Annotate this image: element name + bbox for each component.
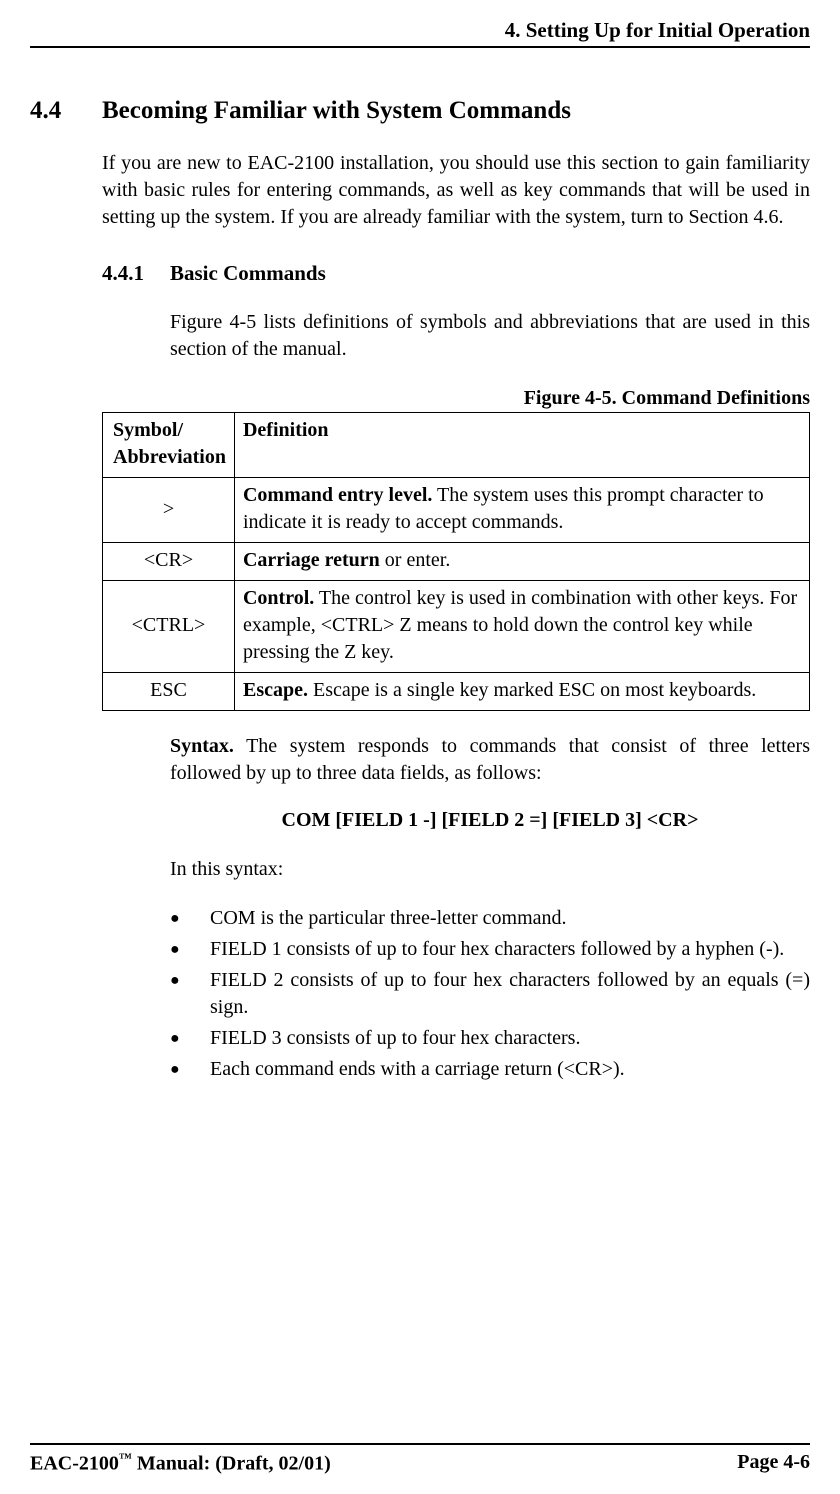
bullet-icon: ● (170, 905, 210, 932)
syntax-format: COM [FIELD 1 -] [FIELD 2 =] [FIELD 3] <C… (30, 807, 810, 834)
table-header-symbol: Symbol/ Abbreviation (103, 413, 235, 478)
table-row: ESC Escape. Escape is a single key marke… (103, 673, 810, 711)
list-item: ●FIELD 2 consists of up to four hex char… (170, 967, 810, 1021)
subsection-heading: 4.4.1 Basic Commands (102, 259, 810, 287)
footer-left: EAC-2100™ Manual: (Draft, 02/01) (30, 1449, 331, 1478)
symbol-cell: <CR> (103, 543, 235, 581)
subsection-number: 4.4.1 (102, 259, 170, 287)
table-row: <CR> Carriage return or enter. (103, 543, 810, 581)
command-definitions-table: Symbol/ Abbreviation Definition > Comman… (102, 412, 810, 711)
list-item: ●Each command ends with a carriage retur… (170, 1056, 810, 1083)
trademark-icon: ™ (119, 1450, 132, 1465)
list-item: ●FIELD 3 consists of up to four hex char… (170, 1025, 810, 1052)
table-row: <CTRL> Control. The control key is used … (103, 581, 810, 673)
bullet-icon: ● (170, 1056, 210, 1083)
definition-cell: Escape. Escape is a single key marked ES… (234, 673, 809, 711)
footer-right: Page 4-6 (737, 1449, 810, 1478)
symbol-cell: ESC (103, 673, 235, 711)
definition-cell: Command entry level. The system uses thi… (234, 478, 809, 543)
subsection-title: Basic Commands (170, 259, 326, 287)
list-item: ●FIELD 1 consists of up to four hex char… (170, 936, 810, 963)
table-header-definition: Definition (234, 413, 809, 478)
definition-cell: Control. The control key is used in comb… (234, 581, 809, 673)
syntax-bullet-list: ●COM is the particular three-letter comm… (170, 905, 810, 1083)
section-heading: 4.4 Becoming Familiar with System Comman… (30, 94, 810, 128)
section-number: 4.4 (30, 94, 102, 128)
table-header-row: Symbol/ Abbreviation Definition (103, 413, 810, 478)
syntax-paragraph: Syntax. The system responds to commands … (170, 733, 810, 787)
figure-caption: Figure 4-5. Command Definitions (102, 385, 810, 412)
list-item: ●COM is the particular three-letter comm… (170, 905, 810, 932)
in-this-syntax: In this syntax: (170, 856, 810, 883)
chapter-title: 4. Setting Up for Initial Operation (505, 18, 810, 42)
bullet-icon: ● (170, 936, 210, 963)
section-intro: If you are new to EAC-2100 installation,… (102, 150, 810, 231)
bullet-icon: ● (170, 1025, 210, 1052)
page-footer: EAC-2100™ Manual: (Draft, 02/01) Page 4-… (30, 1443, 810, 1478)
section-title: Becoming Familiar with System Commands (102, 94, 571, 128)
table-row: > Command entry level. The system uses t… (103, 478, 810, 543)
symbol-cell: <CTRL> (103, 581, 235, 673)
definition-cell: Carriage return or enter. (234, 543, 809, 581)
subsection-intro: Figure 4-5 lists definitions of symbols … (170, 309, 810, 363)
symbol-cell: > (103, 478, 235, 543)
bullet-icon: ● (170, 967, 210, 1021)
page-header: 4. Setting Up for Initial Operation (30, 16, 810, 48)
